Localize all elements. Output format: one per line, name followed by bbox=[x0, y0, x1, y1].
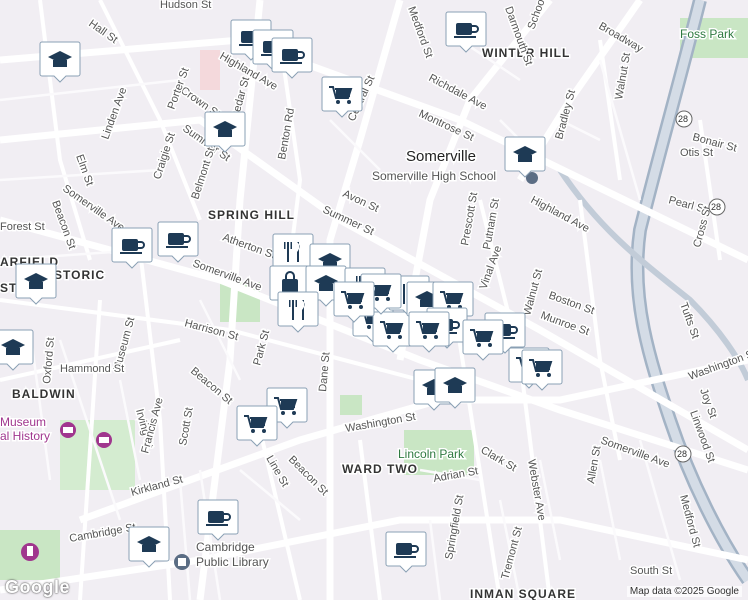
map-marker-grocery[interactable] bbox=[372, 311, 414, 353]
map-marker-grocery[interactable] bbox=[333, 281, 375, 323]
map-attribution[interactable]: Map data ©2025 Google bbox=[626, 586, 742, 597]
google-logo: Google bbox=[5, 577, 70, 597]
map-marker-grocery[interactable] bbox=[321, 76, 363, 118]
map-marker-school[interactable] bbox=[0, 329, 34, 371]
map-marker-school[interactable] bbox=[15, 263, 57, 305]
map-marker-grocery[interactable] bbox=[462, 319, 504, 361]
map-marker-school[interactable] bbox=[204, 111, 246, 153]
map-marker-cafe[interactable] bbox=[445, 11, 487, 53]
map-marker-grocery[interactable] bbox=[408, 311, 450, 353]
marker-layer[interactable] bbox=[0, 0, 748, 600]
map-marker-grocery[interactable] bbox=[236, 405, 278, 447]
map-marker-cafe[interactable] bbox=[197, 499, 239, 541]
map-marker-school[interactable] bbox=[39, 41, 81, 83]
map-marker-cafe[interactable] bbox=[271, 37, 313, 79]
map-marker-cafe[interactable] bbox=[111, 227, 153, 269]
map-marker-school[interactable] bbox=[434, 367, 476, 409]
map-marker-school[interactable] bbox=[128, 526, 170, 568]
map-canvas[interactable]: Somerville WINTER HILL SPRING HILL BALDW… bbox=[0, 0, 748, 600]
map-marker-restaurant[interactable] bbox=[277, 291, 319, 333]
map-marker-school[interactable] bbox=[504, 136, 546, 178]
map-marker-grocery[interactable] bbox=[521, 349, 563, 391]
map-marker-cafe[interactable] bbox=[385, 531, 427, 573]
map-marker-cafe[interactable] bbox=[157, 221, 199, 263]
